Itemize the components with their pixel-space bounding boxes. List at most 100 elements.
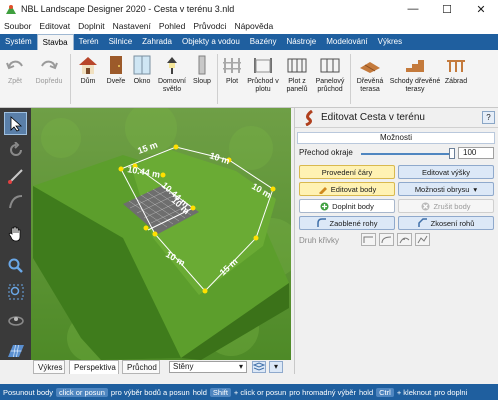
window-button[interactable]: Okno — [129, 50, 155, 86]
status-key-shift: Shift — [209, 387, 231, 397]
panel-title: Editovat Cesta v terénu — [321, 112, 425, 123]
fence-button[interactable]: Plot — [220, 50, 244, 86]
tab-vykres[interactable]: Výkres — [373, 34, 407, 50]
arc-tool[interactable] — [4, 190, 27, 213]
undo-button[interactable]: Zpět — [0, 50, 30, 86]
curve-type-spline[interactable] — [397, 233, 412, 246]
menu-pohled[interactable]: Pohled — [155, 21, 189, 31]
tab-zahrada[interactable]: Zahrada — [137, 34, 177, 50]
house-label: Dům — [80, 78, 96, 85]
tab-modelovani[interactable]: Modelování — [321, 34, 372, 50]
curve-type-arc[interactable] — [379, 233, 394, 246]
layer-select[interactable]: Stěny ▾ — [169, 361, 247, 373]
grid-tool[interactable] — [4, 338, 27, 361]
round-corners-button[interactable]: Zaoblené rohy — [299, 216, 395, 230]
tab-system[interactable]: Systém — [0, 34, 37, 50]
doors-label: Dveře — [106, 78, 126, 85]
undo-icon — [4, 54, 26, 76]
zoom-tool[interactable] — [4, 254, 27, 277]
railing-button[interactable]: Zábrad — [443, 50, 469, 86]
home-light-button[interactable]: Domovní světlo — [155, 50, 189, 94]
tab-perspektiva[interactable]: Perspektiva — [69, 360, 119, 374]
tab-objekty[interactable]: Objekty a vodou — [177, 34, 245, 50]
minimize-button[interactable]: — — [396, 0, 430, 18]
panel-passage-button[interactable]: Panelový průchod — [312, 50, 348, 94]
outline-options-button[interactable]: Možnosti obrysu ▾ — [398, 182, 494, 196]
menu-doplnit[interactable]: Doplnit — [74, 21, 108, 31]
edit-points-button[interactable]: Editovat body — [299, 182, 395, 196]
wood-stairs-button[interactable]: Schody dřevěné terasy — [387, 50, 443, 94]
expand-button[interactable]: ▾ — [269, 361, 283, 373]
tool-strip — [0, 108, 31, 360]
close-button[interactable]: ✕ — [464, 0, 498, 18]
fence-passage-button[interactable]: Průchod v plotu — [244, 50, 282, 94]
menu-soubor[interactable]: Soubor — [0, 21, 35, 31]
redo-button[interactable]: Dopředu — [30, 50, 68, 86]
chevron-down-icon: ▾ — [273, 362, 278, 371]
ribbon-tabs: Systém Stavba Terén Silnice Zahrada Obje… — [0, 34, 498, 50]
status-hint-text: hold — [358, 387, 374, 397]
tab-teren[interactable]: Terén — [74, 34, 104, 50]
wood-terrace-button[interactable]: Dřevěná terasa — [353, 50, 387, 94]
curve-type-label: Druh křivky — [299, 236, 340, 245]
tab-pruchod[interactable]: Průchod — [122, 360, 160, 374]
ribbon-separator — [70, 54, 71, 104]
add-icon — [320, 202, 329, 210]
undo-label: Zpět — [7, 78, 22, 85]
add-points-button[interactable]: Doplnit body — [299, 199, 395, 213]
straight-curve-icon — [363, 236, 373, 243]
tab-silnice[interactable]: Silnice — [104, 34, 138, 50]
window-title: NBL Landscape Designer 2020 - Cesta v te… — [21, 4, 235, 14]
slider-thumb[interactable] — [449, 148, 455, 159]
panel-fence-button[interactable]: Plot z panelů — [282, 50, 312, 94]
arc-curve-icon — [381, 236, 392, 244]
zoom-window-tool[interactable] — [4, 280, 27, 303]
status-hint-text: + kleknout — [396, 387, 432, 397]
tab-bazeny[interactable]: Bazény — [245, 34, 282, 50]
status-hint-text: pro výběr bodů a posun — [110, 387, 190, 397]
wood-terrace-label-1: Dřevěná — [356, 78, 384, 85]
tab-vykres-view[interactable]: Výkres — [33, 360, 65, 374]
title-bar: NBL Landscape Designer 2020 - Cesta v te… — [0, 0, 498, 18]
pillar-button[interactable]: Sloup — [189, 50, 215, 86]
layers-button[interactable] — [252, 361, 266, 373]
stairs-icon — [404, 54, 426, 76]
panel-fence-label-1: Plot z — [288, 78, 306, 85]
rotate-tool[interactable] — [4, 138, 27, 161]
curve-type-free[interactable] — [415, 233, 430, 246]
menu-bar: Soubor Editovat Doplnit Nastavení Pohled… — [0, 18, 498, 34]
menu-pruvodci[interactable]: Průvodci — [189, 21, 230, 31]
house-button[interactable]: Dům — [73, 50, 103, 86]
menu-editovat[interactable]: Editovat — [35, 21, 74, 31]
doors-button[interactable]: Dveře — [103, 50, 129, 86]
menu-napoveda[interactable]: Nápověda — [230, 21, 277, 31]
app-icon — [6, 5, 16, 14]
menu-nastaveni[interactable]: Nastavení — [109, 21, 155, 31]
tab-stavba[interactable]: Stavba — [36, 34, 74, 50]
edit-heights-button[interactable]: Editovat výšky — [398, 165, 494, 179]
orbit-tool[interactable] — [4, 308, 27, 331]
edge-transition-input[interactable]: 100 — [458, 147, 494, 159]
chamfer-corners-button[interactable]: Zkosení rohů — [398, 216, 494, 230]
edge-transition-slider[interactable] — [361, 148, 455, 159]
maximize-button[interactable]: ☐ — [430, 0, 464, 18]
slider-label: Přechod okraje — [299, 148, 353, 157]
help-button[interactable]: ? — [482, 111, 495, 124]
curve-type-straight[interactable] — [361, 233, 376, 246]
window-label: Okno — [133, 78, 151, 85]
remove-points-button[interactable]: Zrušit body — [398, 199, 494, 213]
pan-tool[interactable] — [4, 222, 27, 245]
line-tool[interactable] — [4, 164, 27, 187]
house-icon — [77, 54, 99, 76]
edit-panel: Editovat Cesta v terénu ? Možnosti Přech… — [294, 108, 498, 374]
chamfer-corners-label: Zkosení rohů — [430, 218, 475, 228]
line-style-button[interactable]: Provedení čáry — [299, 165, 395, 179]
terrace-icon — [359, 54, 381, 76]
fence-passage-label-1: Průchod v — [247, 78, 279, 85]
status-hint-text: pro hromadný výběr — [289, 387, 356, 397]
round-corners-label: Zaoblené rohy — [329, 218, 378, 228]
viewport-tabs: Výkres Perspektiva Průchod Stěny ▾ ▾ — [31, 360, 291, 374]
perspective-viewport[interactable]: 15 m 10 m 10.44 m 10.44 m 10 m 10 m 10 m… — [31, 108, 291, 360]
tab-nastroje[interactable]: Nástroje — [281, 34, 321, 50]
select-tool[interactable] — [4, 112, 27, 135]
